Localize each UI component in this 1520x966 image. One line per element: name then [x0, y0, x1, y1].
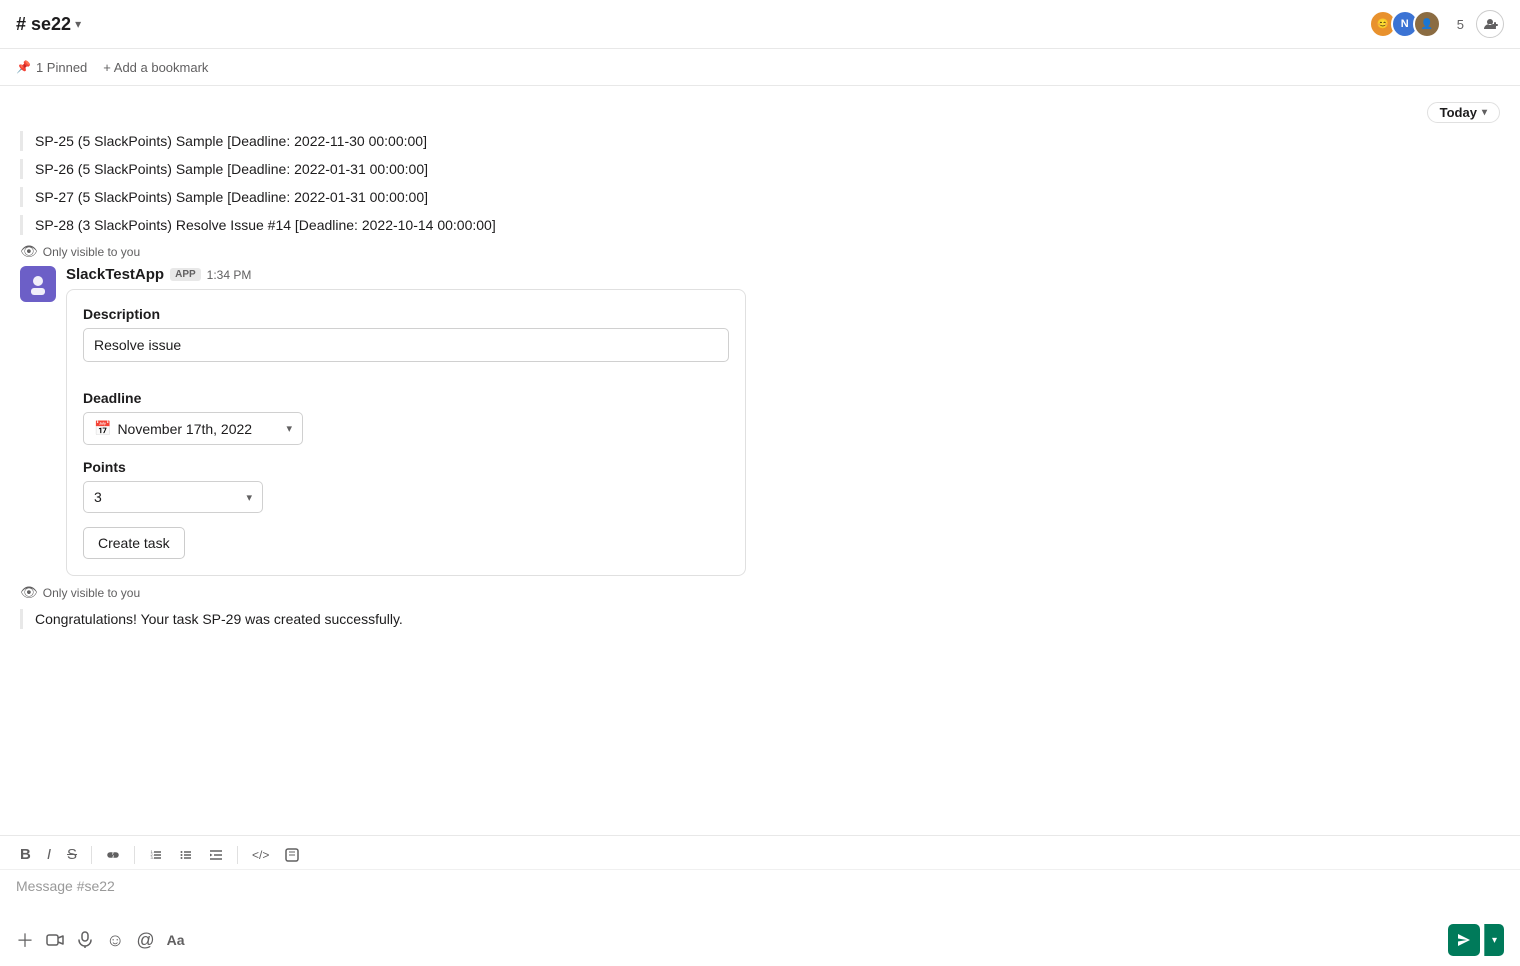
today-chevron-icon: ▾: [1482, 107, 1487, 118]
eye-icon-2: 👁: [20, 584, 38, 601]
link-tool[interactable]: [102, 846, 124, 864]
message-text: SP-27 (5 SlackPoints) Sample [Deadline: …: [35, 189, 428, 205]
pinned-label: 1 Pinned: [36, 60, 87, 75]
ordered-list-tool[interactable]: 1.2.3.: [145, 846, 167, 864]
eye-icon: 👁: [20, 243, 38, 260]
composer: B I S 1.2.3. </> Message #se22 ＋: [0, 835, 1520, 966]
indent-tool[interactable]: [205, 846, 227, 864]
channel-chevron-icon[interactable]: ▾: [75, 17, 81, 31]
toolbar-separator-3: [237, 846, 238, 864]
today-badge[interactable]: Today ▾: [1427, 102, 1500, 123]
mention-button[interactable]: @: [136, 930, 154, 951]
description-section: Description: [83, 306, 729, 376]
bot-avatar: [20, 266, 56, 302]
send-options-button[interactable]: ▾: [1484, 924, 1504, 956]
pinned-item[interactable]: 📌 1 Pinned: [16, 60, 87, 75]
visibility-notice: 👁 Only visible to you: [20, 243, 1500, 260]
member-count: 5: [1457, 17, 1464, 32]
points-label: Points: [83, 459, 729, 475]
chat-area: Today ▾ SP-25 (5 SlackPoints) Sample [De…: [0, 86, 1520, 835]
points-value: 3: [94, 489, 240, 505]
today-label: Today: [1440, 105, 1477, 120]
bot-message: SlackTestApp APP 1:34 PM Description Dea…: [20, 266, 1500, 576]
strikethrough-tool[interactable]: S: [63, 844, 81, 865]
svg-text:3.: 3.: [151, 855, 154, 860]
deadline-section: Deadline 📅 November 17th, 2022 ▾: [83, 390, 729, 445]
microphone-button[interactable]: [76, 931, 94, 949]
form-card: Description Deadline 📅 November 17th, 20…: [66, 289, 746, 576]
date-chevron-icon: ▾: [286, 422, 292, 435]
composer-actions: ＋ ☺ @ Aa ▾: [0, 920, 1520, 966]
block-tool[interactable]: [281, 846, 303, 864]
today-divider: Today ▾: [20, 102, 1500, 123]
pin-icon: 📌: [16, 60, 31, 74]
add-attachment-button[interactable]: ＋: [16, 927, 34, 953]
list-item: SP-25 (5 SlackPoints) Sample [Deadline: …: [20, 131, 1500, 151]
bot-name: SlackTestApp: [66, 266, 164, 283]
header: # se22 ▾ 😊 N 👤 5: [0, 0, 1520, 49]
points-chevron-icon: ▾: [246, 491, 252, 504]
deadline-select[interactable]: 📅 November 17th, 2022 ▾: [83, 412, 303, 445]
list-item: SP-26 (5 SlackPoints) Sample [Deadline: …: [20, 159, 1500, 179]
toolbar-separator: [91, 846, 92, 864]
video-button[interactable]: [46, 931, 64, 949]
visibility-text: Only visible to you: [43, 245, 140, 259]
list-item: SP-27 (5 SlackPoints) Sample [Deadline: …: [20, 187, 1500, 207]
bot-time: 1:34 PM: [207, 268, 252, 282]
add-member-button[interactable]: [1476, 10, 1504, 38]
add-bookmark-button[interactable]: + Add a bookmark: [103, 60, 208, 75]
message-text: SP-25 (5 SlackPoints) Sample [Deadline: …: [35, 133, 427, 149]
channel-name[interactable]: # se22: [16, 14, 71, 35]
add-bookmark-label: + Add a bookmark: [103, 60, 208, 75]
composer-input-area[interactable]: Message #se22: [0, 870, 1520, 920]
deadline-label: Deadline: [83, 390, 729, 406]
create-task-button[interactable]: Create task: [83, 527, 185, 559]
visibility-notice-2: 👁 Only visible to you: [20, 584, 1500, 601]
code-tool[interactable]: </>: [248, 846, 273, 864]
description-input[interactable]: [83, 328, 729, 362]
composer-toolbar: B I S 1.2.3. </>: [0, 836, 1520, 870]
description-label: Description: [83, 306, 729, 322]
success-message: Congratulations! Your task SP-29 was cre…: [20, 609, 1500, 629]
avatar-stack: 😊 N 👤: [1369, 10, 1441, 38]
italic-tool[interactable]: I: [43, 844, 55, 865]
message-text: SP-26 (5 SlackPoints) Sample [Deadline: …: [35, 161, 428, 177]
composer-actions-right: ▾: [1448, 924, 1504, 956]
bot-header: SlackTestApp APP 1:34 PM: [66, 266, 1500, 283]
formatting-button[interactable]: Aa: [167, 932, 185, 948]
header-right: 😊 N 👤 5: [1369, 10, 1504, 38]
points-section: Points 3 ▾: [83, 459, 729, 513]
composer-actions-left: ＋ ☺ @ Aa: [16, 927, 185, 953]
toolbar-separator-2: [134, 846, 135, 864]
message-text: SP-28 (3 SlackPoints) Resolve Issue #14 …: [35, 217, 496, 233]
send-button[interactable]: [1448, 924, 1480, 956]
list-item: SP-28 (3 SlackPoints) Resolve Issue #14 …: [20, 215, 1500, 235]
points-select[interactable]: 3 ▾: [83, 481, 263, 513]
message-input[interactable]: Message #se22: [16, 878, 115, 894]
bullet-list-tool[interactable]: [175, 846, 197, 864]
app-badge: APP: [170, 268, 201, 281]
success-text: Congratulations! Your task SP-29 was cre…: [35, 611, 403, 627]
header-left: # se22 ▾: [16, 14, 81, 35]
bookmarks-bar: 📌 1 Pinned + Add a bookmark: [0, 49, 1520, 86]
avatar: 👤: [1413, 10, 1441, 38]
visibility-text-2: Only visible to you: [43, 586, 140, 600]
emoji-button[interactable]: ☺: [106, 930, 124, 951]
bold-tool[interactable]: B: [16, 844, 35, 865]
bot-content: SlackTestApp APP 1:34 PM Description Dea…: [66, 266, 1500, 576]
calendar-icon: 📅: [94, 420, 111, 437]
date-text: November 17th, 2022: [117, 421, 280, 437]
